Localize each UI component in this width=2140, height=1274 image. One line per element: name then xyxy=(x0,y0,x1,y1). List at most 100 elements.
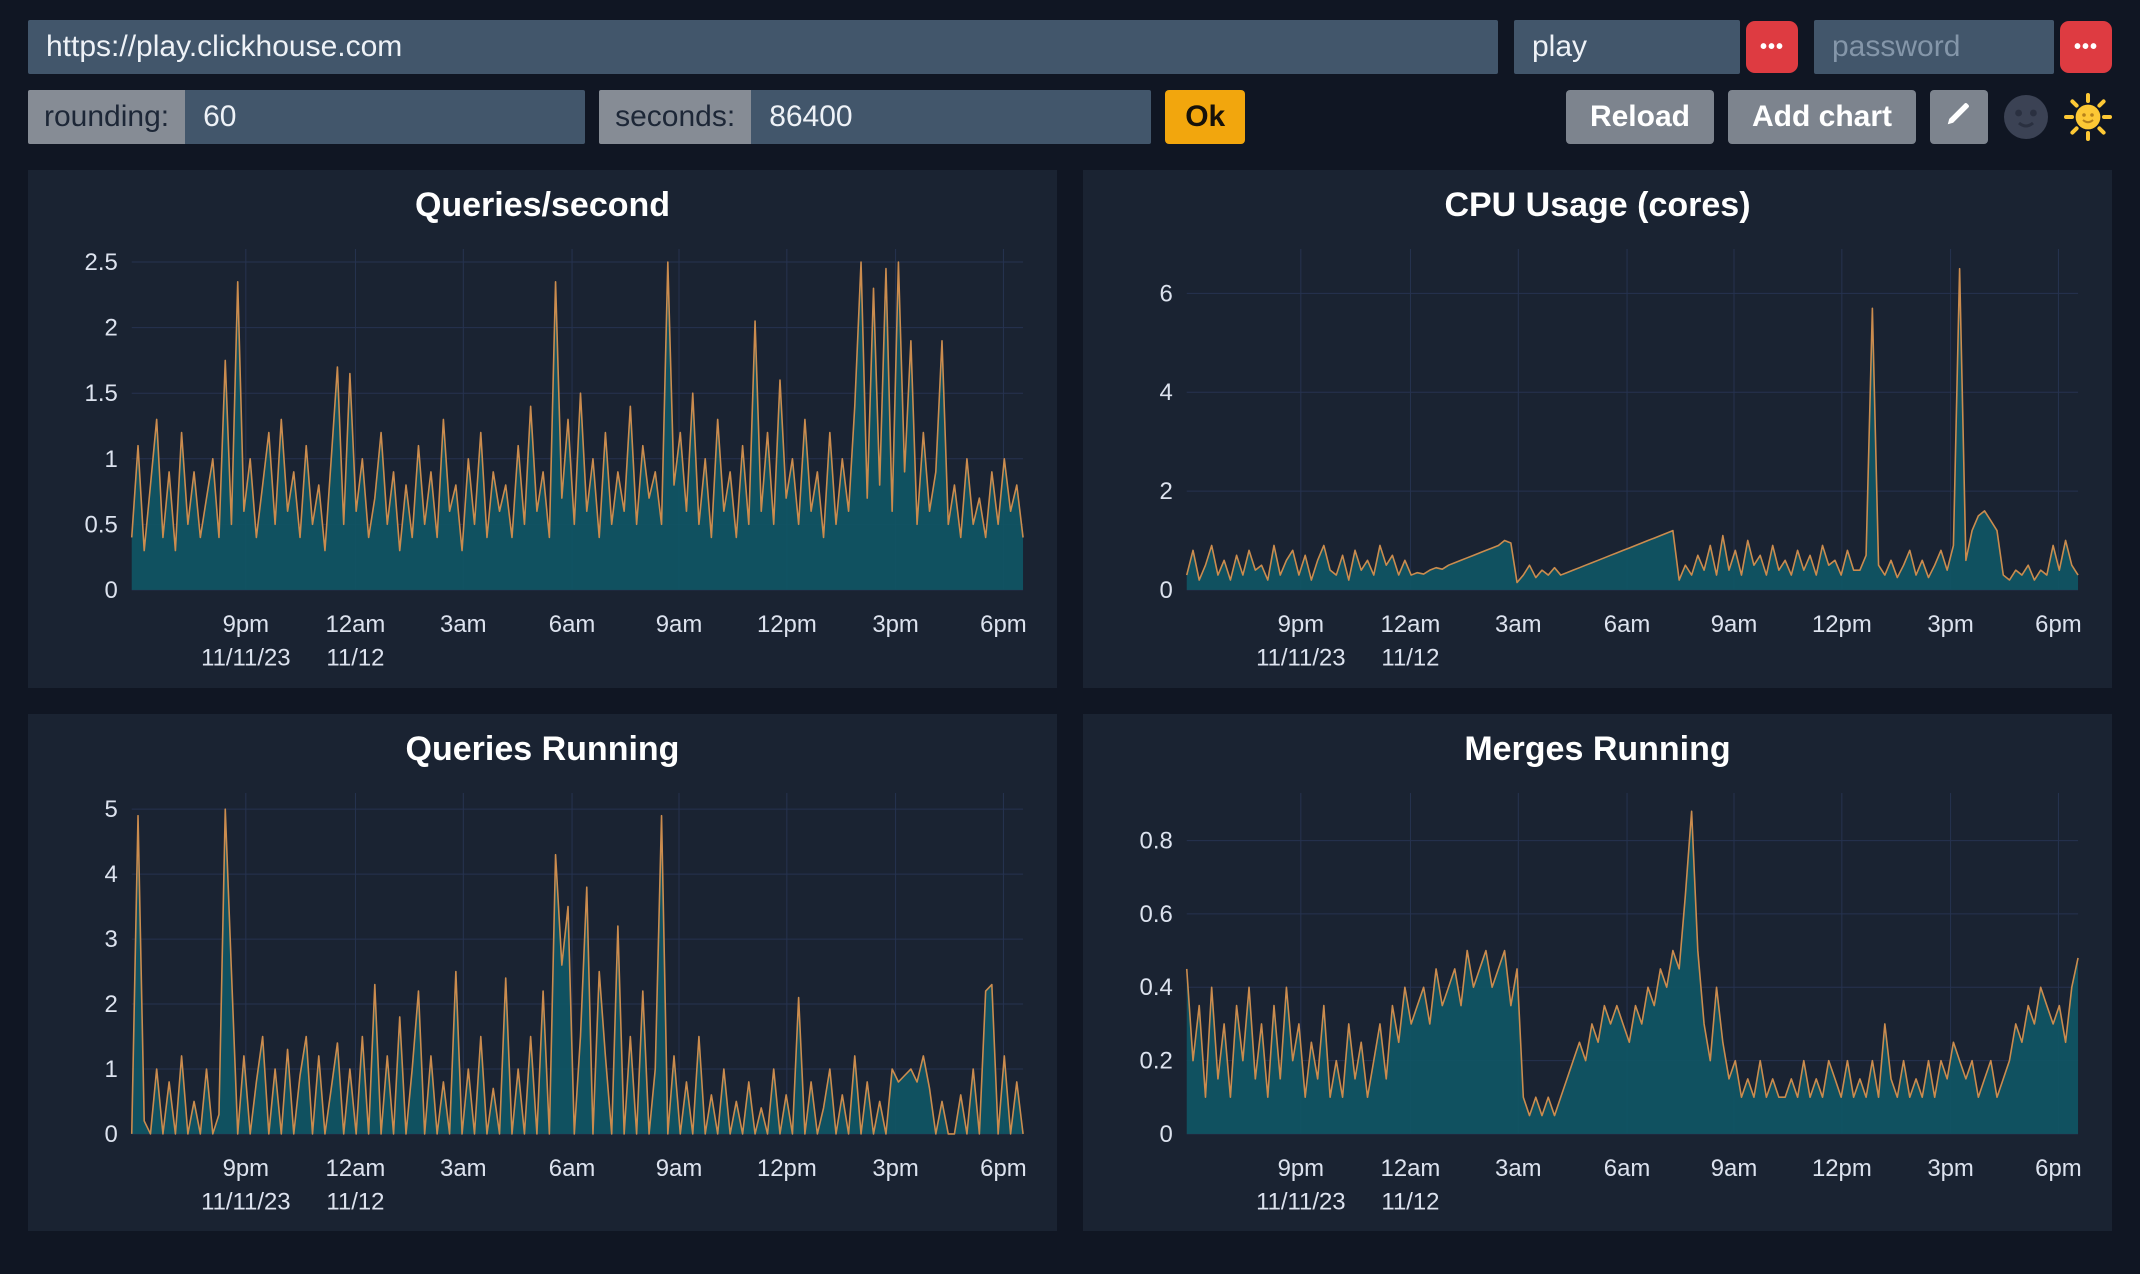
rounding-control: rounding: xyxy=(28,90,585,144)
svg-text:3: 3 xyxy=(104,926,117,953)
chart-canvas: 0 0.5 1 1.5 2 2.5 9pm 11/11/23 12am 11/12 3am 6am 9a… xyxy=(44,231,1041,682)
svg-text:3am: 3am xyxy=(1495,611,1542,638)
svg-text:3pm: 3pm xyxy=(1927,1154,1974,1181)
password-input[interactable] xyxy=(1814,20,2054,74)
svg-text:12am: 12am xyxy=(326,611,386,638)
charts-grid: Queries/second 00.511.522.59pm11/11/2312… xyxy=(28,170,2112,1231)
light-theme-button[interactable] xyxy=(2064,93,2112,141)
chart-panel-merges-running: Merges Running 0 0.2 0.4 0.6 0.8 9pm 11/11/23 1… xyxy=(1083,714,2112,1232)
svg-text:2.5: 2.5 xyxy=(85,249,118,276)
rounding-label: rounding: xyxy=(28,90,185,144)
svg-text:4: 4 xyxy=(1159,379,1172,406)
user-group: ••• xyxy=(1514,20,1798,74)
svg-text:1: 1 xyxy=(104,1056,117,1083)
svg-text:6am: 6am xyxy=(549,611,596,638)
chart-plot[interactable]: 0 0.2 0.4 0.6 0.8 9pm 11/11/23 12am 11/12 3am 6am 9… xyxy=(1099,775,2096,1226)
svg-text:3pm: 3pm xyxy=(872,1154,919,1181)
svg-text:11/11/23: 11/11/23 xyxy=(201,1188,291,1215)
svg-text:6pm: 6pm xyxy=(980,611,1027,638)
svg-text:11/11/23: 11/11/23 xyxy=(1256,645,1346,672)
svg-text:6pm: 6pm xyxy=(2035,611,2082,638)
add-chart-button[interactable]: Add chart xyxy=(1728,90,1916,144)
svg-text:12am: 12am xyxy=(1381,1154,1441,1181)
rounding-input[interactable] xyxy=(185,90,585,144)
svg-text:9pm: 9pm xyxy=(1278,1154,1325,1181)
svg-text:0.8: 0.8 xyxy=(1140,827,1173,854)
svg-text:2: 2 xyxy=(1159,478,1172,505)
chart-title: CPU Usage (cores) xyxy=(1099,186,2096,225)
svg-text:11/12: 11/12 xyxy=(1381,1188,1439,1215)
svg-text:3pm: 3pm xyxy=(872,611,919,638)
url-input[interactable] xyxy=(28,20,1498,74)
svg-text:9pm: 9pm xyxy=(223,611,270,638)
svg-text:11/11/23: 11/11/23 xyxy=(201,645,291,672)
controls-row: rounding: seconds: Ok Reload Add chart xyxy=(28,90,2112,144)
svg-text:6am: 6am xyxy=(549,1154,596,1181)
chart-plot[interactable]: 02469pm11/11/2312am11/123am6am9am12pm3pm… xyxy=(1099,231,2096,682)
svg-text:6pm: 6pm xyxy=(980,1154,1027,1181)
chart-canvas: 0123459pm11/11/2312am11/123am6am9am12pm3… xyxy=(44,775,1041,1226)
svg-text:0: 0 xyxy=(104,577,117,604)
chart-canvas: 0 0.2 0.4 0.6 0.8 9pm 11/11/23 12am 11/12 3am 6am 9… xyxy=(1099,775,2096,1226)
svg-text:4: 4 xyxy=(104,861,117,888)
chart-panel-queries-per-second: Queries/second 0 0.5 1 1.5 2 2.5 9pm 11/11/23 12… xyxy=(28,170,1057,688)
svg-text:9am: 9am xyxy=(1711,1154,1758,1181)
svg-text:2: 2 xyxy=(104,315,117,342)
password-reveal-button[interactable]: ••• xyxy=(2060,21,2112,73)
seconds-input[interactable] xyxy=(751,90,1151,144)
svg-text:9pm: 9pm xyxy=(223,1154,270,1181)
dark-theme-button[interactable] xyxy=(2002,93,2050,141)
pencil-icon xyxy=(1944,98,1974,136)
svg-text:3am: 3am xyxy=(1495,1154,1542,1181)
moon-icon xyxy=(2002,93,2050,141)
chart-title: Queries Running xyxy=(44,730,1041,769)
svg-text:6am: 6am xyxy=(1604,611,1651,638)
svg-text:6: 6 xyxy=(1159,280,1172,307)
chart-plot[interactable]: 0 0.5 1 1.5 2 2.5 9pm 11/11/23 12am 11/12 3am 6am 9a… xyxy=(44,231,1041,682)
svg-text:9am: 9am xyxy=(656,611,703,638)
svg-text:6am: 6am xyxy=(1604,1154,1651,1181)
svg-text:12pm: 12pm xyxy=(1812,1154,1872,1181)
reload-button[interactable]: Reload xyxy=(1566,90,1714,144)
svg-text:3pm: 3pm xyxy=(1927,611,1974,638)
svg-text:9am: 9am xyxy=(1711,611,1758,638)
svg-text:0.2: 0.2 xyxy=(1140,1047,1173,1074)
svg-text:9pm: 9pm xyxy=(1278,611,1325,638)
svg-text:0.6: 0.6 xyxy=(1140,901,1173,928)
chart-panel-queries-running: Queries Running 0123459pm11/11/2312am11/… xyxy=(28,714,1057,1232)
svg-text:5: 5 xyxy=(104,796,117,823)
seconds-control: seconds: xyxy=(599,90,1151,144)
svg-text:0: 0 xyxy=(104,1121,117,1148)
svg-text:3am: 3am xyxy=(440,1154,487,1181)
svg-text:12am: 12am xyxy=(326,1154,386,1181)
ellipsis-icon: ••• xyxy=(1760,36,1784,59)
svg-text:0.5: 0.5 xyxy=(85,511,118,538)
svg-text:3am: 3am xyxy=(440,611,487,638)
edit-button[interactable] xyxy=(1930,90,1988,144)
sun-icon xyxy=(2064,93,2112,141)
svg-text:11/11/23: 11/11/23 xyxy=(1256,1188,1346,1215)
svg-text:1.5: 1.5 xyxy=(85,380,118,407)
svg-text:12pm: 12pm xyxy=(1812,611,1872,638)
svg-text:11/12: 11/12 xyxy=(1381,645,1439,672)
svg-text:6pm: 6pm xyxy=(2035,1154,2082,1181)
ellipsis-icon: ••• xyxy=(2074,36,2098,59)
svg-text:12pm: 12pm xyxy=(757,1154,817,1181)
chart-title: Merges Running xyxy=(1099,730,2096,769)
svg-text:9am: 9am xyxy=(656,1154,703,1181)
user-input[interactable] xyxy=(1514,20,1740,74)
toolbar: ••• ••• rounding: seconds: Ok Reload Add… xyxy=(0,0,2140,144)
svg-text:0: 0 xyxy=(1159,1121,1172,1148)
chart-panel-cpu-usage: CPU Usage (cores) 02469pm11/11/2312am11/… xyxy=(1083,170,2112,688)
chart-canvas: 02469pm11/11/2312am11/123am6am9am12pm3pm… xyxy=(1099,231,2096,682)
user-reveal-button[interactable]: ••• xyxy=(1746,21,1798,73)
svg-text:0: 0 xyxy=(1159,577,1172,604)
svg-text:1: 1 xyxy=(104,446,117,473)
svg-text:0.4: 0.4 xyxy=(1140,974,1173,1001)
svg-text:2: 2 xyxy=(104,991,117,1018)
chart-plot[interactable]: 0123459pm11/11/2312am11/123am6am9am12pm3… xyxy=(44,775,1041,1226)
svg-text:12pm: 12pm xyxy=(757,611,817,638)
ok-button[interactable]: Ok xyxy=(1165,90,1245,144)
svg-text:11/12: 11/12 xyxy=(326,645,384,672)
chart-title: Queries/second xyxy=(44,186,1041,225)
